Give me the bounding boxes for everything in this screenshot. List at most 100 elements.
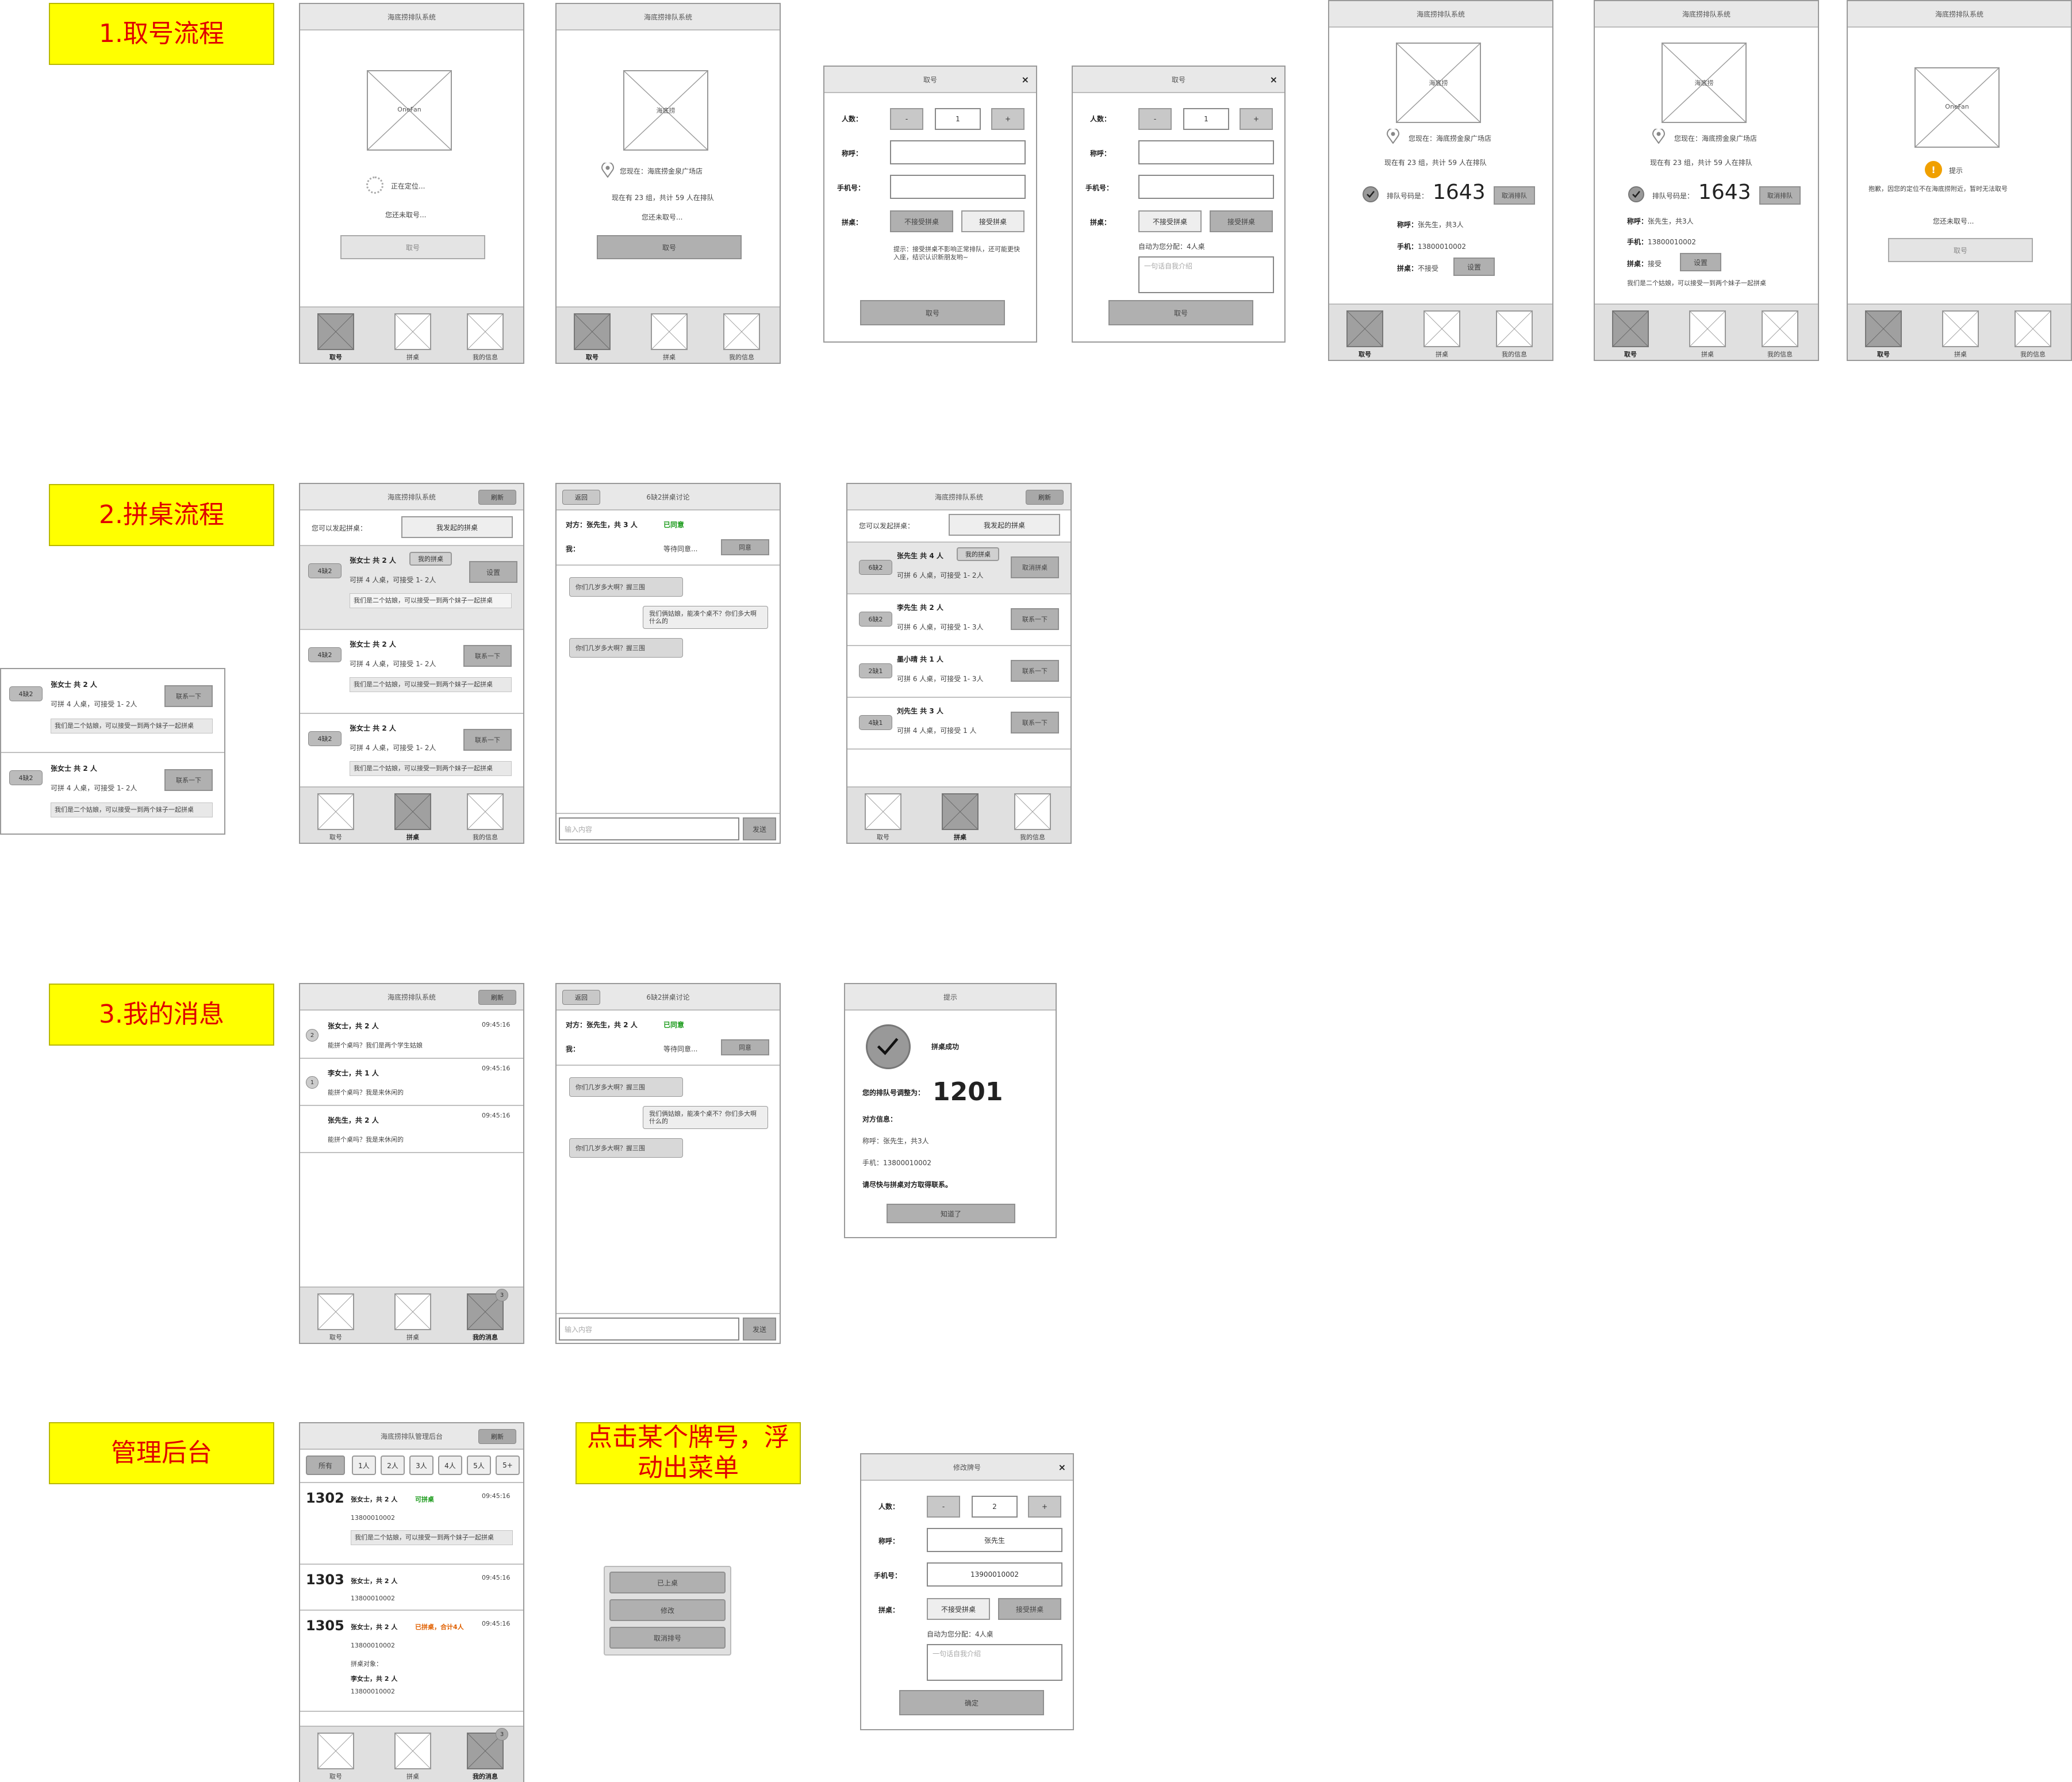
tab-take-icon[interactable] xyxy=(1865,310,1902,347)
contact-button[interactable]: 联系一下 xyxy=(164,769,213,791)
take-number-button[interactable]: 取号 xyxy=(860,300,1005,325)
share-row[interactable]: 4缺2 张女士 共 2 人 可拼 4 人桌，可接受 1- 2人 联系一下 我们是… xyxy=(1,669,224,752)
tab-info-icon[interactable] xyxy=(1762,310,1798,347)
message-row[interactable]: 张先生，共 2 人 09:45:16 能拼个桌吗？我是来休闲的 xyxy=(300,1106,523,1152)
take-number-button[interactable]: 取号 xyxy=(340,235,485,259)
tab-info[interactable]: 我的信息 xyxy=(716,352,768,362)
back-button[interactable]: 返回 xyxy=(562,990,600,1005)
name-input[interactable] xyxy=(1138,140,1274,164)
my-share-row[interactable]: 4缺2 张女士 共 2 人 我的拼桌 可拼 4 人桌，可接受 1- 2人 设置 … xyxy=(300,546,523,629)
accept-share-button[interactable]: 接受拼桌 xyxy=(961,210,1025,232)
take-number-button[interactable]: 取号 xyxy=(597,235,742,259)
start-share-button[interactable]: 我发起的拼桌 xyxy=(401,516,513,538)
tab-share-icon[interactable] xyxy=(394,1293,431,1330)
refuse-share-button[interactable]: 不接受拼桌 xyxy=(890,210,953,232)
tab-share-icon[interactable] xyxy=(942,793,979,830)
tab-share-icon[interactable] xyxy=(394,313,431,350)
phone-input[interactable] xyxy=(890,175,1026,199)
people-count-input[interactable]: 2 xyxy=(972,1496,1018,1518)
tab-take[interactable]: 取号 xyxy=(1605,350,1656,359)
filter-2[interactable]: 2人 xyxy=(381,1455,405,1475)
tab-share[interactable]: 拼桌 xyxy=(387,1772,439,1781)
phone-input[interactable]: 13900010002 xyxy=(927,1562,1062,1587)
tab-take-icon[interactable] xyxy=(317,793,354,830)
tab-info[interactable]: 我的信息 xyxy=(2007,350,2059,359)
tab-info[interactable]: 我的信息 xyxy=(1754,350,1806,359)
name-input[interactable]: 张先生 xyxy=(927,1528,1062,1552)
refuse-share-button[interactable]: 不接受拼桌 xyxy=(1138,210,1202,232)
tab-info-icon[interactable] xyxy=(1496,310,1533,347)
tab-take-icon[interactable] xyxy=(574,313,611,350)
cancel-queue-button[interactable]: 取消排队 xyxy=(1759,186,1801,205)
close-icon[interactable]: × xyxy=(1270,74,1277,85)
share-row[interactable]: 2缺1 墨小晴 共 1 人 可拼 6 人桌，可接受 1- 3人 联系一下 xyxy=(847,646,1070,697)
tab-share[interactable]: 拼桌 xyxy=(387,352,439,362)
close-icon[interactable]: × xyxy=(1022,74,1029,85)
filter-1[interactable]: 1人 xyxy=(352,1455,376,1475)
share-row[interactable]: 4缺2 张女士 共 2 人 可拼 4 人桌，可接受 1- 2人 联系一下 我们是… xyxy=(300,630,523,713)
tab-take-icon[interactable] xyxy=(865,793,901,830)
refresh-button[interactable]: 刷新 xyxy=(478,1429,516,1444)
chat-input[interactable]: 输入内容 xyxy=(559,1318,739,1341)
tab-info-icon[interactable] xyxy=(2015,310,2051,347)
contact-button[interactable]: 联系一下 xyxy=(164,685,213,707)
message-row[interactable]: 1 李女士，共 1 人 09:45:16 能拼个桌吗？我是来休闲的 xyxy=(300,1059,523,1105)
take-number-button[interactable]: 取号 xyxy=(1108,300,1253,325)
tab-take[interactable]: 取号 xyxy=(310,1332,362,1342)
tab-share[interactable]: 拼桌 xyxy=(934,832,986,842)
send-button[interactable]: 发送 xyxy=(743,1318,776,1341)
people-count-input[interactable]: 1 xyxy=(935,108,981,130)
agree-button[interactable]: 同意 xyxy=(721,1039,769,1055)
cancel-share-button[interactable]: 取消拼桌 xyxy=(1011,556,1059,578)
tab-take[interactable]: 取号 xyxy=(1339,350,1391,359)
contact-button[interactable]: 联系一下 xyxy=(1011,712,1059,733)
filter-4[interactable]: 4人 xyxy=(438,1455,462,1475)
people-count-input[interactable]: 1 xyxy=(1183,108,1229,130)
message-row[interactable]: 2 张女士，共 2 人 09:45:16 能拼个桌吗？我们是两个学生姑娘 xyxy=(300,1012,523,1058)
send-button[interactable]: 发送 xyxy=(743,817,776,840)
tab-take[interactable]: 取号 xyxy=(310,352,362,362)
tab-take-icon[interactable] xyxy=(1612,310,1649,347)
contact-button[interactable]: 联系一下 xyxy=(1011,608,1059,630)
tab-take[interactable]: 取号 xyxy=(1858,350,1909,359)
settings-button[interactable]: 设置 xyxy=(1453,258,1495,276)
tab-info[interactable]: 我的信息 xyxy=(459,352,511,362)
intro-input[interactable]: 一句话自我介绍 xyxy=(1138,256,1274,293)
got-it-button[interactable]: 知道了 xyxy=(887,1204,1015,1223)
tab-info-icon[interactable] xyxy=(723,313,760,350)
tab-share-icon[interactable] xyxy=(1689,310,1726,347)
chat-input[interactable]: 输入内容 xyxy=(559,817,739,840)
take-number-button[interactable]: 取号 xyxy=(1888,238,2033,262)
contact-button[interactable]: 联系一下 xyxy=(463,645,512,667)
tab-share-icon[interactable] xyxy=(394,793,431,830)
menu-seated[interactable]: 已上桌 xyxy=(609,1572,726,1593)
refresh-button[interactable]: 刷新 xyxy=(478,490,516,505)
contact-button[interactable]: 联系一下 xyxy=(463,729,512,751)
tab-take-icon[interactable] xyxy=(317,313,354,350)
share-row[interactable]: 4缺2 张女士 共 2 人 可拼 4 人桌，可接受 1- 2人 联系一下 我们是… xyxy=(1,753,224,834)
tab-share[interactable]: 拼桌 xyxy=(387,832,439,842)
tab-share[interactable]: 拼桌 xyxy=(1416,350,1468,359)
accept-share-button[interactable]: 接受拼桌 xyxy=(998,1598,1061,1620)
tab-share-icon[interactable] xyxy=(651,313,688,350)
share-row[interactable]: 6缺2 李先生 共 2 人 可拼 6 人桌，可接受 1- 3人 联系一下 xyxy=(847,594,1070,645)
intro-input[interactable]: 一句话自我介绍 xyxy=(927,1644,1062,1681)
tab-share[interactable]: 拼桌 xyxy=(1935,350,1986,359)
tab-take-icon[interactable] xyxy=(317,1293,354,1330)
confirm-button[interactable]: 确定 xyxy=(899,1690,1044,1715)
name-input[interactable] xyxy=(890,140,1026,164)
queue-row[interactable]: 1302 张女士，共 2 人 可拼桌 09:45:16 13800010002 … xyxy=(300,1483,523,1564)
minus-button[interactable]: - xyxy=(890,108,923,130)
share-row[interactable]: 4缺1 刘先生 共 3 人 可拼 4 人桌，可接受 1 人 联系一下 xyxy=(847,698,1070,748)
tab-share[interactable]: 拼桌 xyxy=(1682,350,1733,359)
close-icon[interactable]: × xyxy=(1058,1462,1066,1473)
tab-take[interactable]: 取号 xyxy=(566,352,618,362)
filter-3[interactable]: 3人 xyxy=(409,1455,433,1475)
tab-info[interactable]: 我的信息 xyxy=(1488,350,1540,359)
filter-5[interactable]: 5人 xyxy=(467,1455,491,1475)
accept-share-button[interactable]: 接受拼桌 xyxy=(1210,210,1273,232)
refresh-button[interactable]: 刷新 xyxy=(1026,490,1064,505)
settings-button[interactable]: 设置 xyxy=(469,561,517,583)
tab-take[interactable]: 取号 xyxy=(857,832,909,842)
contact-button[interactable]: 联系一下 xyxy=(1011,660,1059,682)
